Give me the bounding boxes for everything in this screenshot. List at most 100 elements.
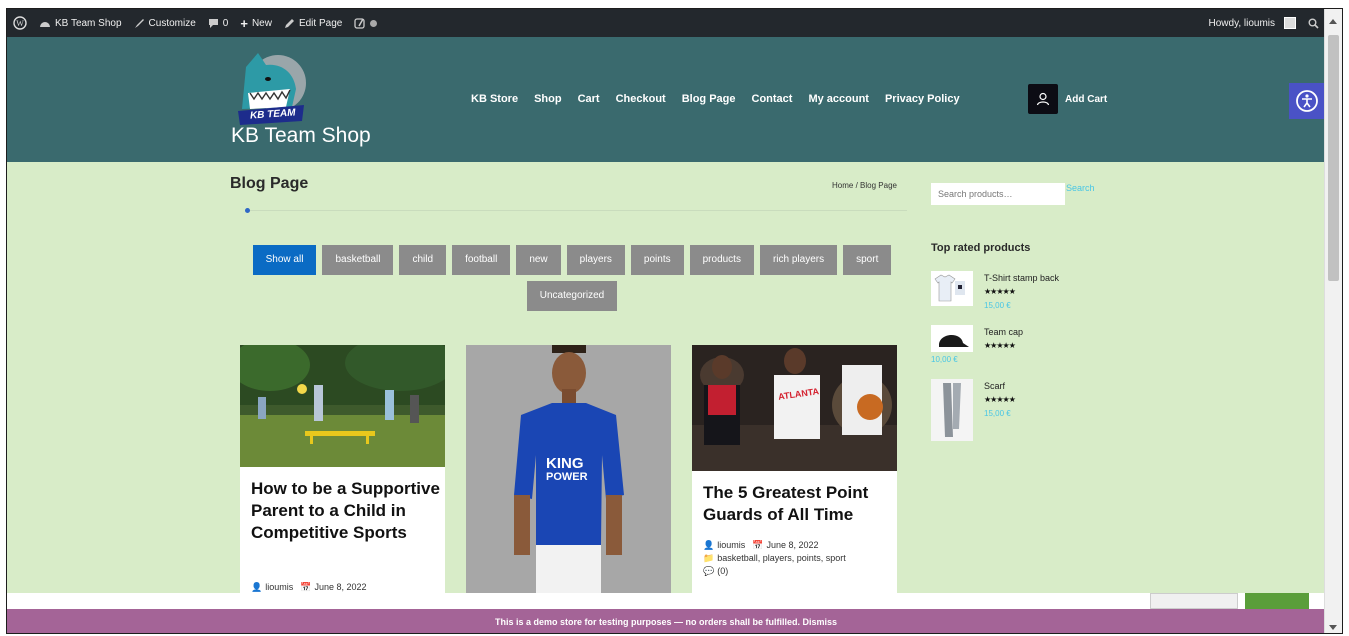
filter-basketball[interactable]: basketball xyxy=(322,245,394,275)
divider xyxy=(245,210,907,211)
rating-stars: ★★★★★ xyxy=(984,395,1016,404)
accessibility-icon xyxy=(1296,90,1318,112)
jersey-text-king: KING xyxy=(546,455,584,472)
filter-rich-players[interactable]: rich players xyxy=(759,245,838,275)
wordpress-logo-icon[interactable]: W xyxy=(7,16,33,30)
post-categories[interactable]: basketball, players, points, sport xyxy=(717,552,846,565)
post-card-1[interactable]: How to be a Supportive Parent to a Child… xyxy=(240,345,445,595)
admin-bar: W KB Team Shop Customize 0 + New Edit Pa… xyxy=(7,9,1325,37)
site-header: KB TEAM KB Team Shop KB Store Shop Cart … xyxy=(7,37,1325,162)
breadcrumb-current: Blog Page xyxy=(860,181,897,190)
product-name[interactable]: T-Shirt stamp back xyxy=(984,273,1059,283)
new-label: New xyxy=(251,17,272,29)
nav-contact[interactable]: Contact xyxy=(752,93,793,105)
admin-search-icon[interactable] xyxy=(1302,18,1325,29)
calendar-icon: 📅 xyxy=(752,540,764,550)
edit-page-link[interactable]: Edit Page xyxy=(278,18,348,29)
main-nav: KB Store Shop Cart Checkout Blog Page Co… xyxy=(471,93,960,105)
post-categories-row: 📁 basketball, players, points, sport xyxy=(703,552,846,565)
post-title[interactable]: The 5 Greatest Point Guards of All Time xyxy=(703,482,895,526)
brush-icon xyxy=(134,18,144,28)
folder-icon: 📁 xyxy=(703,553,715,563)
filter-new[interactable]: new xyxy=(516,245,561,275)
breadcrumb: Home / Blog Page xyxy=(832,181,897,190)
product-search-button[interactable]: Search xyxy=(1066,183,1095,193)
breadcrumb-separator: / xyxy=(855,181,858,190)
account-menu[interactable]: Howdy, lioumis xyxy=(1203,17,1303,29)
kids-playing-image[interactable] xyxy=(240,345,445,467)
filter-points[interactable]: points xyxy=(630,245,684,275)
post-comments[interactable]: (0) xyxy=(717,565,728,578)
breadcrumb-home[interactable]: Home xyxy=(832,181,853,190)
comments-count: 0 xyxy=(222,17,229,29)
filter-sport[interactable]: sport xyxy=(843,245,892,275)
page-scrollbar[interactable] xyxy=(1324,9,1342,633)
jersey-text-power: POWER xyxy=(546,471,588,483)
basketball-players-image[interactable] xyxy=(692,345,897,471)
avatar xyxy=(1284,17,1296,29)
comment-icon xyxy=(208,18,218,28)
cookie-accept-button[interactable] xyxy=(1245,593,1309,609)
post-author-row: 👤 lioumis 📅 June 8, 2022 xyxy=(703,539,819,552)
cap-thumb[interactable] xyxy=(931,325,973,352)
edit-page-label: Edit Page xyxy=(298,17,343,29)
status-dot-icon xyxy=(370,19,378,27)
filter-child[interactable]: child xyxy=(399,245,447,275)
filter-show-all[interactable]: Show all xyxy=(252,245,317,275)
rating-stars: ★★★★★ xyxy=(984,341,1016,350)
customize-label: Customize xyxy=(148,17,196,29)
post-title[interactable]: How to be a Supportive Parent to a Child… xyxy=(251,478,441,544)
product-name[interactable]: Team cap xyxy=(984,327,1023,337)
scroll-up-arrow-icon[interactable] xyxy=(1329,19,1337,24)
nav-cart[interactable]: Cart xyxy=(578,93,600,105)
product-price: 15,00 € xyxy=(984,301,1011,310)
svg-text:W: W xyxy=(16,19,24,28)
author-icon: 👤 xyxy=(703,540,715,550)
filter-uncategorized[interactable]: Uncategorized xyxy=(526,281,618,311)
scroll-down-arrow-icon[interactable] xyxy=(1329,625,1337,630)
yoast-icon xyxy=(354,17,365,29)
product-price: 10,00 € xyxy=(931,355,958,364)
comments-icon: 💬 xyxy=(703,566,715,576)
howdy-label: Howdy, lioumis xyxy=(1208,17,1276,29)
site-logo[interactable]: KB TEAM xyxy=(232,49,310,129)
site-title[interactable]: KB Team Shop xyxy=(231,124,371,148)
cookie-notice xyxy=(7,593,1325,609)
nav-kb-store[interactable]: KB Store xyxy=(471,93,518,105)
product-name[interactable]: Scarf xyxy=(984,381,1005,391)
add-cart-link[interactable]: Add Cart xyxy=(1065,94,1107,105)
scarf-thumb[interactable] xyxy=(931,379,973,441)
post-card-2[interactable]: KING POWER xyxy=(466,345,671,595)
top-rated-title: Top rated products xyxy=(931,242,1031,254)
post-date: June 8, 2022 xyxy=(766,540,819,550)
nav-my-account[interactable]: My account xyxy=(808,93,869,105)
accessibility-button[interactable] xyxy=(1289,83,1325,119)
nav-checkout[interactable]: Checkout xyxy=(616,93,666,105)
dashboard-icon xyxy=(40,22,50,27)
customize-link[interactable]: Customize xyxy=(128,18,202,29)
demo-store-notice[interactable]: This is a demo store for testing purpose… xyxy=(7,609,1325,633)
browser-viewport: W KB Team Shop Customize 0 + New Edit Pa… xyxy=(6,8,1343,634)
scroll-thumb[interactable] xyxy=(1328,35,1339,281)
cookie-settings-button[interactable] xyxy=(1150,593,1238,609)
nav-shop[interactable]: Shop xyxy=(534,93,562,105)
product-search-input[interactable]: Search products… xyxy=(931,183,1065,205)
filter-football[interactable]: football xyxy=(452,245,511,275)
new-content-link[interactable]: + New xyxy=(234,16,278,31)
post-author[interactable]: lioumis xyxy=(717,539,745,552)
yoast-link[interactable] xyxy=(348,17,383,29)
nav-privacy-policy[interactable]: Privacy Policy xyxy=(885,93,960,105)
nav-blog-page[interactable]: Blog Page xyxy=(682,93,736,105)
comments-link[interactable]: 0 xyxy=(202,18,235,29)
tshirt-thumb[interactable] xyxy=(931,271,973,306)
account-button[interactable] xyxy=(1028,84,1058,114)
admin-site-name: KB Team Shop xyxy=(55,17,122,29)
product-price: 15,00 € xyxy=(984,409,1011,418)
filter-players[interactable]: players xyxy=(566,245,625,275)
plus-icon: + xyxy=(240,15,248,31)
post-card-3[interactable]: ATLANTA The 5 Greatest Point Guards of A… xyxy=(692,345,897,595)
pencil-icon xyxy=(284,18,294,28)
page-title: Blog Page xyxy=(230,175,309,192)
admin-site-link[interactable]: KB Team Shop xyxy=(33,18,128,29)
filter-products[interactable]: products xyxy=(689,245,754,275)
